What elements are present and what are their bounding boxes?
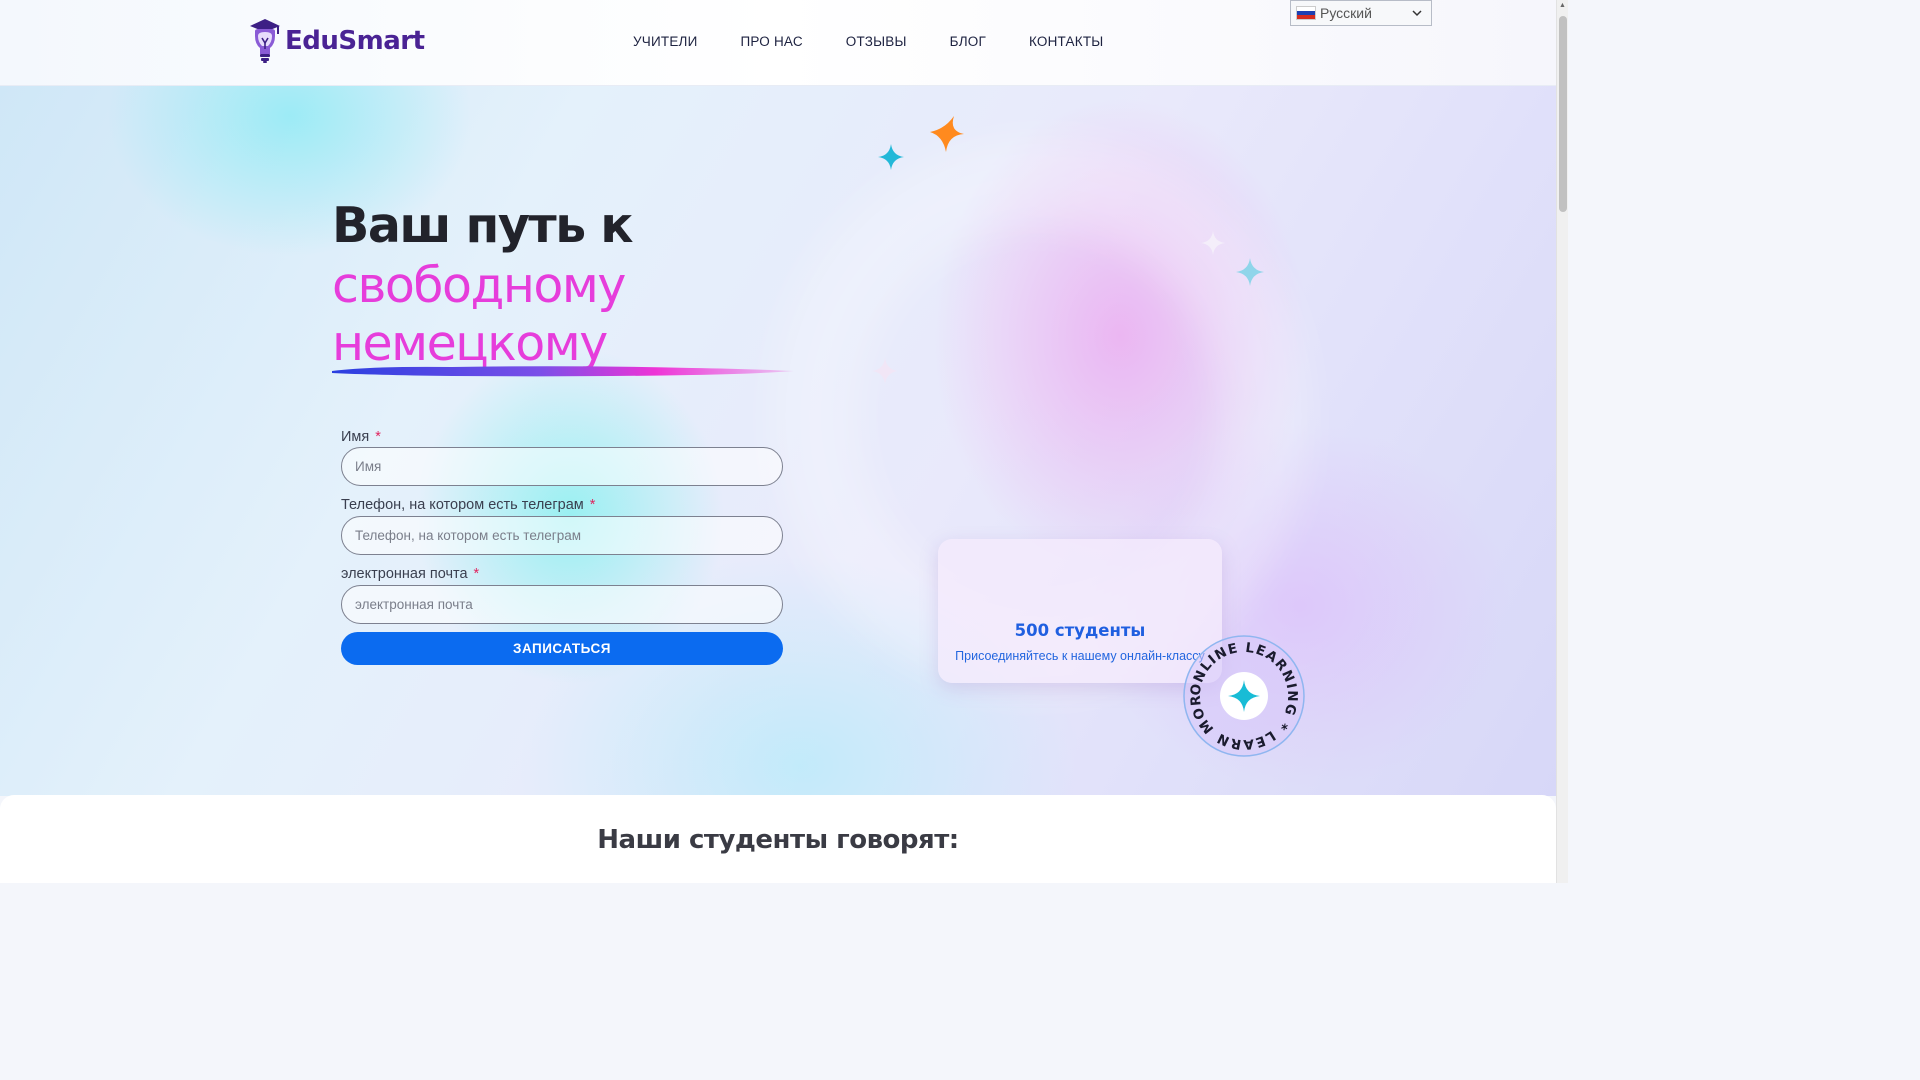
hero-title-line2: свободному [332,257,626,314]
email-label: электронная почта * [341,566,480,582]
page-scrollbar[interactable]: ▲ [1556,0,1568,883]
name-input[interactable] [341,447,783,486]
hero-section: Ваш путь к свободному немецкому Имя* Тел… [0,86,1556,796]
language-selected-label: Русский [1320,5,1372,21]
sparkle-icon [930,116,964,152]
phone-label: Телефон, на котором есть телеграм * [341,497,596,513]
students-count: 500 студенты [1014,621,1146,640]
submit-button[interactable]: ЗАПИСАТЬСЯ [341,632,783,665]
testimonials-title: Наши студенты говорят: [597,825,959,855]
sparkle-icon [872,358,898,384]
logo[interactable]: EduSmart [249,18,425,64]
nav-item-reviews[interactable]: ОТЗЫВЫ [846,34,907,49]
main-nav: УЧИТЕЛИ ПРО НАС ОТЗЫВЫ БЛОГ КОНТАКТЫ [633,34,1146,49]
nav-item-teachers[interactable]: УЧИТЕЛИ [633,34,698,49]
lightbulb-graduation-icon [250,19,280,63]
students-subtitle: Присоединяйтесь к нашему онлайн-классу [955,649,1205,663]
language-select[interactable]: Русский [1290,0,1432,26]
online-learning-badge[interactable]: ONLINE LEARNING * LEARN MORE * [1182,634,1306,758]
sparkle-icon [878,144,904,170]
nav-item-contacts[interactable]: КОНТАКТЫ [1029,34,1103,49]
hero-title-line1: Ваш путь к [332,197,634,254]
scroll-up-icon[interactable]: ▲ [1559,2,1566,9]
sparkle-icon [1236,258,1264,286]
phone-input[interactable] [341,516,783,555]
site-header: EduSmart УЧИТЕЛИ ПРО НАС ОТЗЫВЫ БЛОГ КОН… [0,0,1556,86]
nav-item-blog[interactable]: БЛОГ [950,34,986,49]
name-label: Имя * [341,429,381,445]
chevron-down-icon [1411,7,1423,22]
nav-item-about[interactable]: ПРО НАС [741,34,803,49]
students-stats-card: 500 студенты Присоединяйтесь к нашему он… [938,539,1222,683]
brand-name: EduSmart [285,26,425,56]
russia-flag-icon [1296,6,1316,20]
email-input[interactable] [341,585,783,624]
scroll-thumb[interactable] [1559,16,1567,212]
sparkle-icon [1201,231,1225,255]
brush-underline [332,366,794,377]
testimonials-section: Наши студенты говорят: [0,795,1556,883]
